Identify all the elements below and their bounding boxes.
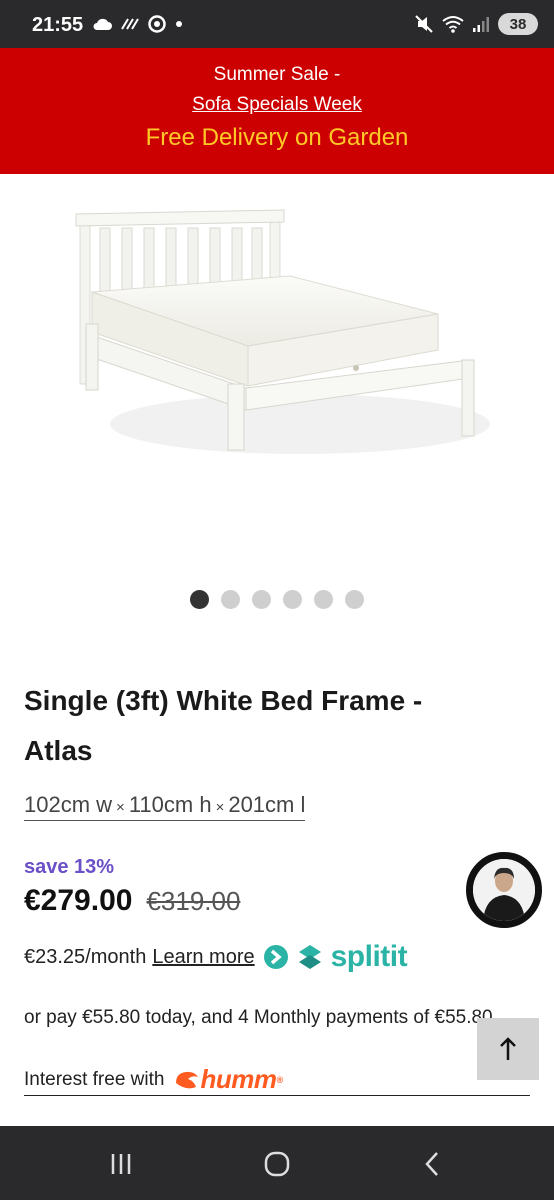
current-price: €279.00 [24, 884, 133, 917]
carousel-dot-1[interactable] [190, 590, 209, 609]
carousel-dot-6[interactable] [345, 590, 364, 609]
image-carousel-dots [0, 590, 554, 609]
carousel-dot-3[interactable] [252, 590, 271, 609]
status-time: 21:55 [32, 14, 84, 36]
home-icon [264, 1151, 290, 1177]
person-icon [473, 859, 535, 921]
recent-apps-button[interactable] [101, 1144, 141, 1184]
signal-icon [473, 17, 489, 32]
dot-icon [176, 21, 182, 27]
product-image[interactable] [0, 174, 554, 574]
back-to-top-button[interactable] [477, 1018, 539, 1080]
arrow-up-icon [500, 1037, 516, 1060]
carousel-dot-4[interactable] [283, 590, 302, 609]
chat-assistant-avatar[interactable] [466, 852, 542, 928]
save-badge: save 13% [24, 856, 115, 878]
status-bar: 21:55 38 [0, 0, 554, 48]
dimension-length: 201cm l [228, 792, 306, 817]
promo-line1: Summer Sale - [213, 64, 341, 85]
humm-logo: humm ® [174, 1064, 283, 1095]
wind-icon [121, 18, 139, 30]
promo-line3: Free Delivery on Garden [145, 124, 409, 151]
splitit-wordmark: splitit [330, 940, 408, 973]
humm-label: Interest free with [24, 1068, 165, 1090]
humm-payment-text: or pay €55.80 today, and 4 Monthly payme… [24, 1007, 493, 1028]
dimension-height: 110cm h [128, 792, 212, 817]
carousel-dot-5[interactable] [314, 590, 333, 609]
learn-more-link[interactable]: Learn more [152, 946, 254, 969]
promo-link-sofa-specials[interactable]: Sofa Specials Week [192, 94, 362, 115]
splitit-mark-icon [298, 945, 321, 969]
promo-banner[interactable]: Summer Sale - Sofa Specials Week Free De… [0, 48, 554, 174]
recent-apps-icon [111, 1154, 131, 1174]
chevron-right-icon [263, 945, 288, 969]
product-dimensions[interactable]: 102cm w × 110cm h × 201cm l [24, 792, 306, 821]
humm-row[interactable]: Interest free with humm ® [24, 1064, 530, 1096]
home-button[interactable] [257, 1144, 297, 1184]
cloud-icon [93, 18, 112, 30]
splitit-row: €23.25/month Learn more splitit [24, 940, 408, 974]
price-row: €279.00 €319.00 [24, 884, 240, 918]
mute-icon [415, 15, 433, 33]
carousel-dot-2[interactable] [221, 590, 240, 609]
chrome-icon [148, 15, 166, 33]
back-icon [425, 1152, 438, 1176]
battery-indicator: 38 [498, 13, 538, 35]
system-nav-bar [0, 1126, 554, 1200]
splitit-logo[interactable]: splitit [263, 940, 408, 974]
wifi-icon [442, 16, 464, 33]
humm-mark-icon [176, 1071, 199, 1088]
monthly-price: €23.25/month [24, 945, 147, 968]
back-button[interactable] [412, 1144, 452, 1184]
product-title: Single (3ft) White Bed Frame - Atlas [24, 685, 423, 766]
bed-frame-image [75, 209, 490, 454]
dimension-width: 102cm w [24, 792, 113, 817]
was-price: €319.00 [146, 886, 241, 916]
